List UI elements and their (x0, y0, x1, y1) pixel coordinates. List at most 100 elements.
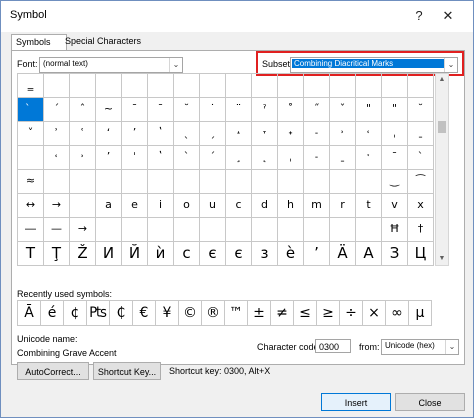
symbol-cell[interactable] (330, 170, 356, 194)
symbol-cell[interactable]: " (356, 98, 382, 122)
recent-symbol-cell[interactable]: ₧ (87, 301, 110, 326)
symbol-cell[interactable]: Ħ (382, 218, 408, 242)
recent-symbol-cell[interactable]: ÷ (340, 301, 363, 326)
symbol-cell[interactable]: ʾ (44, 122, 70, 146)
recent-symbol-cell[interactable]: ¢ (64, 301, 87, 326)
symbol-cell[interactable]: ˎ (174, 122, 200, 146)
symbol-cell[interactable] (278, 170, 304, 194)
symbol-cell[interactable]: ~ (96, 98, 122, 122)
symbol-cell[interactable]: ˏ (200, 122, 226, 146)
symbol-cell[interactable] (330, 218, 356, 242)
symbol-cell[interactable]: ˚ (278, 98, 304, 122)
recent-symbol-cell[interactable]: ≤ (294, 301, 317, 326)
symbol-cell[interactable] (122, 170, 148, 194)
scroll-down-icon[interactable]: ▼ (436, 253, 448, 265)
symbol-cell[interactable]: † (408, 218, 434, 242)
autocorrect-button[interactable]: AutoCorrect... (17, 362, 89, 380)
symbol-cell[interactable] (44, 170, 70, 194)
symbol-cell[interactable]: з (252, 242, 278, 266)
symbol-cell[interactable] (304, 74, 330, 98)
symbol-cell[interactable]: ˘ (174, 98, 200, 122)
symbol-cell[interactable]: ↔ (18, 194, 44, 218)
symbol-cell[interactable]: → (44, 194, 70, 218)
symbol-cell[interactable]: x (408, 194, 434, 218)
symbol-cell[interactable]: ⁀ (408, 170, 434, 194)
symbol-cell[interactable] (148, 170, 174, 194)
symbol-cell[interactable] (252, 218, 278, 242)
symbol-cell[interactable] (278, 74, 304, 98)
symbol-cell[interactable] (356, 218, 382, 242)
recent-symbol-cell[interactable]: ≠ (271, 301, 294, 326)
symbol-cell[interactable]: ˌ (278, 146, 304, 170)
tab-special-characters[interactable]: Special Characters (61, 34, 145, 49)
symbol-cell[interactable] (70, 170, 96, 194)
symbol-cell[interactable]: ʼ (96, 146, 122, 170)
symbol-cell[interactable]: ˈ (122, 146, 148, 170)
symbol-cell[interactable]: ˕ (252, 122, 278, 146)
symbol-cell[interactable]: ˗ (304, 146, 330, 170)
symbol-cell[interactable] (304, 170, 330, 194)
symbol-cell[interactable] (174, 74, 200, 98)
symbol-cell[interactable]: ˀ (252, 98, 278, 122)
symbol-cell[interactable]: → (70, 218, 96, 242)
symbol-grid-scrollbar[interactable]: ▲ ▼ (435, 73, 449, 266)
symbol-cell[interactable]: ˉ (122, 98, 148, 122)
font-select[interactable]: (normal text) ⌄ (39, 57, 183, 73)
recent-symbol-cell[interactable]: ≥ (317, 301, 340, 326)
symbol-cell[interactable]: ˋ (408, 146, 434, 170)
scroll-up-icon[interactable]: ▲ (436, 74, 448, 86)
symbol-cell[interactable]: t (356, 194, 382, 218)
symbol-cell[interactable] (278, 218, 304, 242)
recent-symbol-cell[interactable]: µ (409, 301, 432, 326)
shortcut-key-button[interactable]: Shortcut Key... (93, 362, 161, 380)
symbol-cell[interactable]: T (18, 242, 44, 266)
symbol-cell[interactable] (304, 218, 330, 242)
symbol-cell[interactable]: ‿ (382, 170, 408, 194)
symbol-cell[interactable]: ʿ (70, 122, 96, 146)
recent-symbol-cell[interactable]: Ā (18, 301, 41, 326)
symbol-cell[interactable]: ¯ (148, 98, 174, 122)
symbol-cell[interactable]: ˉ (382, 146, 408, 170)
symbol-cell[interactable] (200, 170, 226, 194)
symbol-cell[interactable] (252, 170, 278, 194)
symbol-cell[interactable] (200, 218, 226, 242)
symbol-cell[interactable]: ѐ (278, 242, 304, 266)
recent-symbol-cell[interactable]: ₵ (110, 301, 133, 326)
symbol-cell[interactable]: ѝ (148, 242, 174, 266)
symbol-cell[interactable] (70, 74, 96, 98)
recent-symbol-cell[interactable]: ¥ (156, 301, 179, 326)
symbol-cell[interactable]: З (382, 242, 408, 266)
symbol-cell[interactable]: ´ (44, 98, 70, 122)
symbol-cell[interactable] (122, 218, 148, 242)
symbol-cell[interactable]: ˊ (200, 146, 226, 170)
symbol-cell[interactable]: ˑ (356, 146, 382, 170)
symbol-cell[interactable]: ˅ (18, 122, 44, 146)
symbol-cell[interactable]: Ц (408, 242, 434, 266)
symbol-cell[interactable]: ¨ (226, 98, 252, 122)
symbol-cell[interactable]: с (174, 242, 200, 266)
symbol-cell[interactable]: a (96, 194, 122, 218)
recent-symbol-cell[interactable]: é (41, 301, 64, 326)
symbol-cell[interactable]: Ţ (44, 242, 70, 266)
symbol-cell[interactable]: r (330, 194, 356, 218)
symbol-grid[interactable]: ‗̀´ˆ~ˉ¯˘˙¨ˀ˚˝ˇ""˘˅ʾʿʻʼʽˎˏ˔˕˖˗˒˓ˌˍ˓˒ʼˈʽˋˊ… (17, 73, 436, 266)
symbol-cell[interactable]: ˍ (408, 122, 434, 146)
symbol-cell[interactable]: ˒ (330, 122, 356, 146)
symbol-cell[interactable] (96, 170, 122, 194)
symbol-cell[interactable]: d (252, 194, 278, 218)
insert-button[interactable]: Insert (321, 393, 391, 411)
symbol-cell[interactable] (174, 218, 200, 242)
symbol-cell[interactable]: И (96, 242, 122, 266)
symbol-cell[interactable] (148, 218, 174, 242)
symbol-cell[interactable]: ― (18, 218, 44, 242)
symbol-cell[interactable]: ˆ (70, 98, 96, 122)
from-select[interactable]: Unicode (hex) ⌄ (381, 339, 459, 355)
recent-symbol-cell[interactable]: ± (248, 301, 271, 326)
symbol-cell[interactable]: ʼ (122, 122, 148, 146)
symbol-cell[interactable]: ˔ (226, 122, 252, 146)
symbol-cell[interactable]: ˇ (330, 98, 356, 122)
symbol-cell[interactable]: e (122, 194, 148, 218)
symbol-cell[interactable]: ˖ (278, 122, 304, 146)
symbol-cell[interactable] (174, 170, 200, 194)
close-button[interactable]: Close (395, 393, 465, 411)
